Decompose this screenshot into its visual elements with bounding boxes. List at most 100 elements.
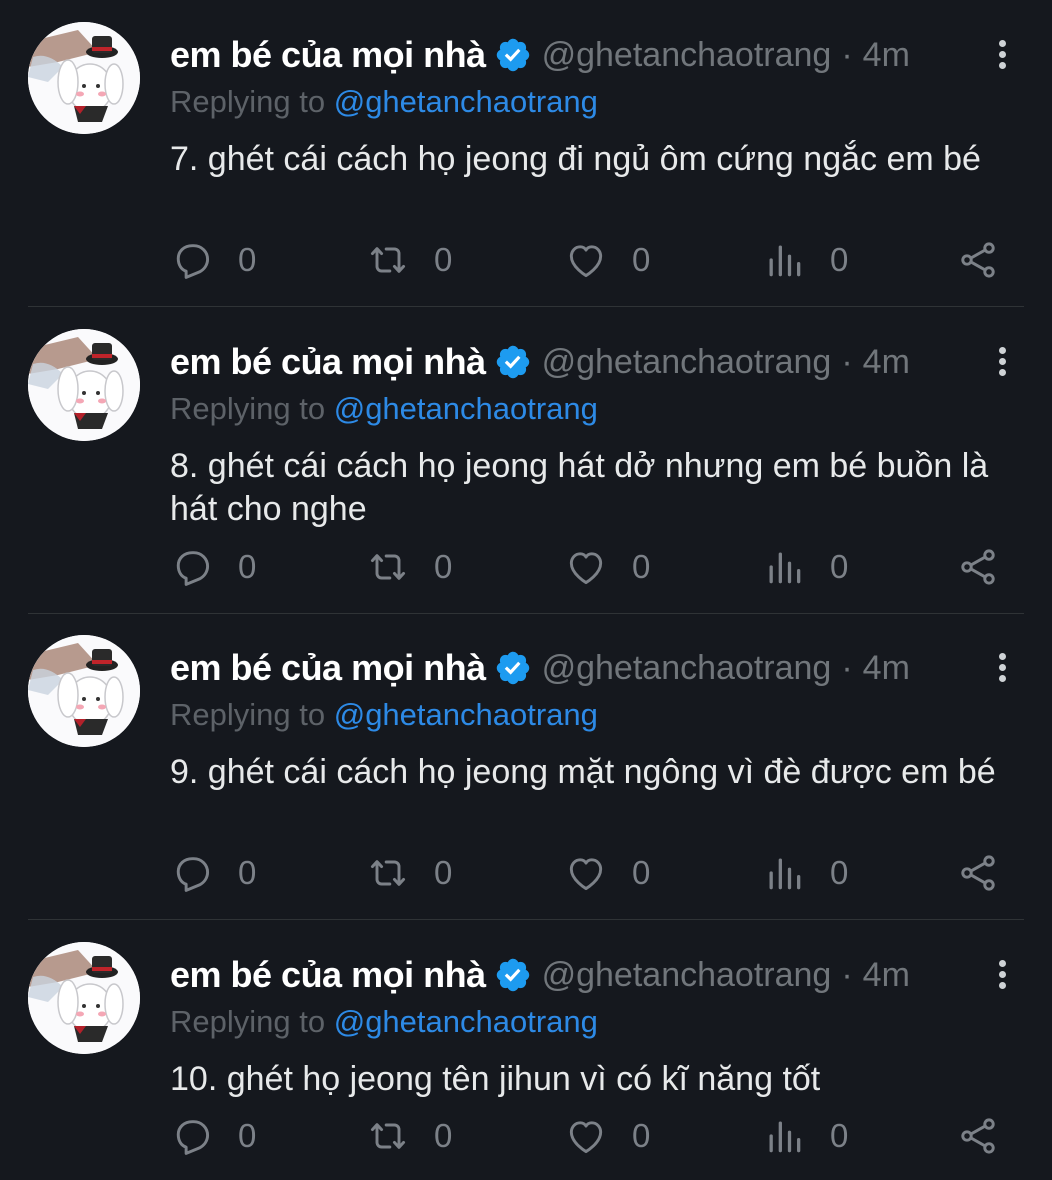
replying-mention[interactable]: @ghetanchaotrang bbox=[334, 391, 598, 426]
tweet-actions: 0 0 0 0 bbox=[170, 1108, 1010, 1164]
like-count: 0 bbox=[632, 241, 651, 278]
heart-icon bbox=[569, 552, 603, 585]
views-count: 0 bbox=[830, 548, 849, 585]
retweet-count: 0 bbox=[434, 1117, 453, 1154]
verified-badge-icon bbox=[496, 958, 529, 992]
bunny-avatar-icon bbox=[28, 22, 140, 134]
retweet-button[interactable]: 0 bbox=[366, 232, 452, 288]
views-button[interactable]: 0 bbox=[762, 845, 848, 901]
timestamp[interactable]: 4m bbox=[863, 649, 910, 688]
more-vertical-icon[interactable] bbox=[992, 36, 1012, 76]
timestamp[interactable]: 4m bbox=[863, 343, 910, 382]
views-button[interactable]: 0 bbox=[762, 1108, 848, 1164]
share-button[interactable] bbox=[956, 545, 1000, 594]
replying-mention[interactable]: @ghetanchaotrang bbox=[334, 697, 598, 732]
reply-button[interactable]: 0 bbox=[170, 1108, 256, 1164]
replying-to: Replying to @ghetanchaotrang bbox=[170, 84, 598, 120]
tweet-feed: em bé của mọi nhà @ghetanchaotrang · 4m … bbox=[0, 0, 1052, 1180]
tweet-header: em bé của mọi nhà @ghetanchaotrang · 4m bbox=[170, 950, 1012, 1000]
reply-button[interactable]: 0 bbox=[170, 845, 256, 901]
tweet-actions: 0 0 0 0 bbox=[170, 845, 1010, 901]
user-handle[interactable]: @ghetanchaotrang bbox=[542, 36, 832, 75]
replying-mention[interactable]: @ghetanchaotrang bbox=[334, 1004, 598, 1039]
views-count: 0 bbox=[830, 241, 849, 278]
retweet-icon bbox=[370, 247, 406, 273]
separator-dot: · bbox=[841, 342, 853, 381]
share-icon bbox=[961, 855, 995, 891]
tweet-text: 8. ghét cái cách họ jeong hát dở nhưng e… bbox=[170, 447, 989, 528]
retweet-button[interactable]: 0 bbox=[366, 1108, 452, 1164]
like-count: 0 bbox=[632, 548, 651, 585]
tweet[interactable]: em bé của mọi nhà @ghetanchaotrang · 4m … bbox=[0, 307, 1052, 613]
reply-count: 0 bbox=[238, 241, 257, 278]
replying-label: Replying to bbox=[170, 697, 326, 732]
views-count: 0 bbox=[830, 1117, 849, 1154]
user-handle[interactable]: @ghetanchaotrang bbox=[542, 649, 832, 688]
timestamp[interactable]: 4m bbox=[863, 956, 910, 995]
share-icon bbox=[961, 242, 995, 278]
views-count: 0 bbox=[830, 854, 849, 891]
display-name[interactable]: em bé của mọi nhà bbox=[170, 954, 486, 996]
avatar[interactable] bbox=[28, 22, 140, 134]
bunny-avatar-icon bbox=[28, 329, 140, 441]
retweet-button[interactable]: 0 bbox=[366, 539, 452, 595]
replying-to: Replying to @ghetanchaotrang bbox=[170, 1004, 598, 1040]
replying-label: Replying to bbox=[170, 1004, 326, 1039]
retweet-button[interactable]: 0 bbox=[366, 845, 452, 901]
avatar[interactable] bbox=[28, 329, 140, 441]
views-icon bbox=[769, 245, 801, 277]
views-icon bbox=[769, 552, 801, 584]
user-handle[interactable]: @ghetanchaotrang bbox=[542, 343, 832, 382]
tweet-actions: 0 0 0 0 bbox=[170, 539, 1010, 595]
verified-badge-icon bbox=[496, 38, 529, 72]
tweet[interactable]: em bé của mọi nhà @ghetanchaotrang · 4m … bbox=[0, 613, 1052, 919]
tweet[interactable]: em bé của mọi nhà @ghetanchaotrang · 4m … bbox=[0, 920, 1052, 1180]
reply-icon bbox=[176, 244, 210, 279]
tweet-text: 7. ghét cái cách họ jeong đi ngủ ôm cứng… bbox=[170, 140, 981, 178]
heart-icon bbox=[569, 245, 603, 278]
reply-count: 0 bbox=[238, 1117, 257, 1154]
more-vertical-icon[interactable] bbox=[992, 343, 1012, 383]
tweet-header: em bé của mọi nhà @ghetanchaotrang · 4m bbox=[170, 30, 1012, 80]
views-button[interactable]: 0 bbox=[762, 539, 848, 595]
separator-dot: · bbox=[841, 955, 853, 994]
tweet-header: em bé của mọi nhà @ghetanchaotrang · 4m bbox=[170, 337, 1012, 387]
share-button[interactable] bbox=[956, 851, 1000, 900]
retweet-count: 0 bbox=[434, 241, 453, 278]
separator-dot: · bbox=[841, 648, 853, 687]
replying-to: Replying to @ghetanchaotrang bbox=[170, 391, 598, 427]
share-button[interactable] bbox=[956, 238, 1000, 287]
like-button[interactable]: 0 bbox=[564, 845, 650, 901]
reply-count: 0 bbox=[238, 548, 257, 585]
reply-count: 0 bbox=[238, 854, 257, 891]
tweet[interactable]: em bé của mọi nhà @ghetanchaotrang · 4m … bbox=[0, 0, 1052, 306]
avatar[interactable] bbox=[28, 942, 140, 1054]
replying-mention[interactable]: @ghetanchaotrang bbox=[334, 84, 598, 119]
verified-badge-icon bbox=[496, 651, 529, 685]
timestamp[interactable]: 4m bbox=[863, 36, 910, 75]
views-button[interactable]: 0 bbox=[762, 232, 848, 288]
heart-icon bbox=[569, 858, 603, 891]
display-name[interactable]: em bé của mọi nhà bbox=[170, 647, 486, 689]
like-button[interactable]: 0 bbox=[564, 1108, 650, 1164]
display-name[interactable]: em bé của mọi nhà bbox=[170, 341, 486, 383]
replying-label: Replying to bbox=[170, 84, 326, 119]
display-name[interactable]: em bé của mọi nhà bbox=[170, 34, 486, 76]
reply-icon bbox=[176, 1120, 210, 1155]
more-vertical-icon[interactable] bbox=[992, 956, 1012, 996]
retweet-count: 0 bbox=[434, 854, 453, 891]
views-icon bbox=[769, 1121, 801, 1153]
avatar[interactable] bbox=[28, 635, 140, 747]
share-button[interactable] bbox=[956, 1114, 1000, 1163]
tweet-header: em bé của mọi nhà @ghetanchaotrang · 4m bbox=[170, 643, 1012, 693]
user-handle[interactable]: @ghetanchaotrang bbox=[542, 956, 832, 995]
more-vertical-icon[interactable] bbox=[992, 649, 1012, 689]
like-button[interactable]: 0 bbox=[564, 232, 650, 288]
share-icon bbox=[961, 1118, 995, 1154]
heart-icon bbox=[569, 1121, 603, 1154]
retweet-icon bbox=[370, 554, 406, 580]
tweet-text: 9. ghét cái cách họ jeong mặt ngông vì đ… bbox=[170, 753, 996, 791]
like-button[interactable]: 0 bbox=[564, 539, 650, 595]
reply-button[interactable]: 0 bbox=[170, 232, 256, 288]
reply-button[interactable]: 0 bbox=[170, 539, 256, 595]
